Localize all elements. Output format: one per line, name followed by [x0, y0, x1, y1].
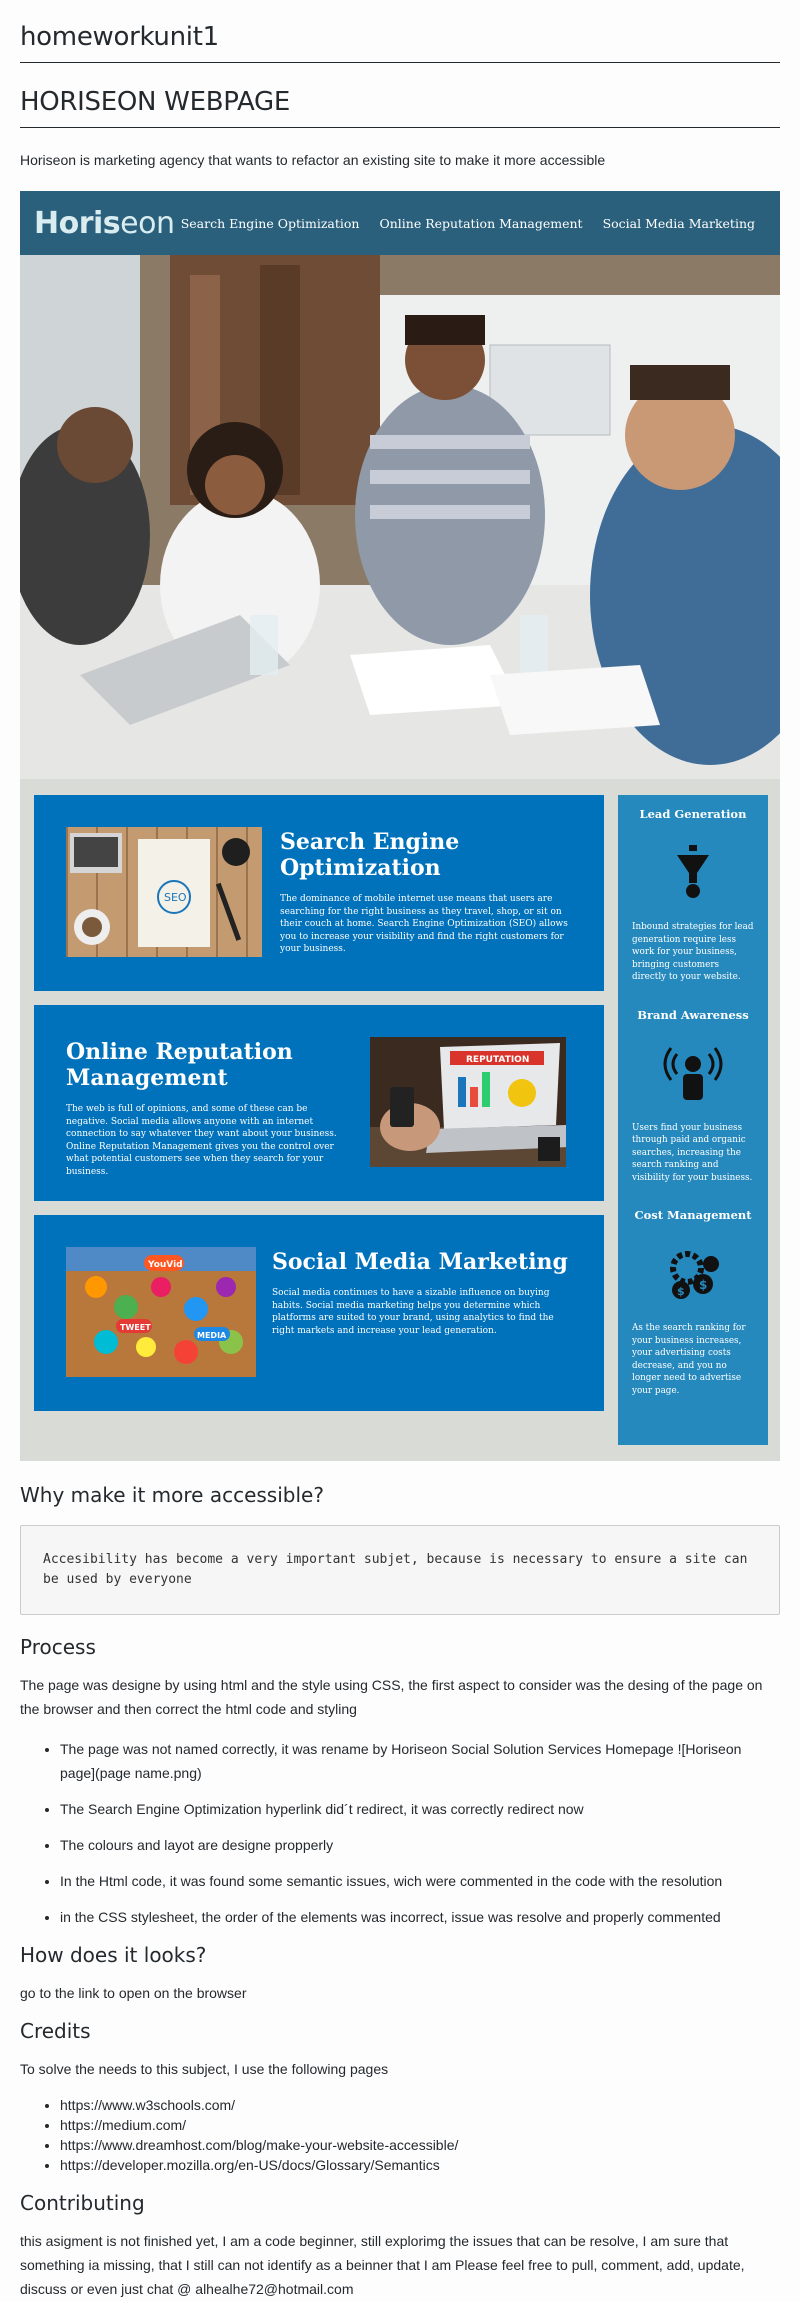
svg-text:$: $ [677, 1285, 685, 1298]
svg-text:REPUTATION: REPUTATION [466, 1055, 529, 1065]
benefits-sidebar: Lead Generation Inbound strategies for l… [618, 795, 768, 1445]
process-list: The page was not named correctly, it was… [20, 1737, 780, 1929]
nav-link-seo[interactable]: Search Engine Optimization [181, 216, 360, 231]
looks-text: go to the link to open on the browser [20, 1985, 247, 2001]
mock-header: Horiseon Search Engine Optimization Onli… [20, 191, 780, 255]
process-heading: Process [20, 1635, 96, 1659]
reputation-image: REPUTATION [370, 1037, 566, 1167]
project-heading: HORISEON WEBPAGE [20, 63, 780, 128]
contributing-text: this asigment is not finished yet, I am … [20, 2233, 745, 2297]
list-item: The Search Engine Optimization hyperlink… [60, 1797, 780, 1821]
credit-link[interactable]: https://www.w3schools.com/ [60, 2095, 780, 2115]
services-column: SEO Search Engine Optimization The domin… [34, 795, 604, 1425]
svg-text:SEO: SEO [164, 891, 187, 904]
credit-link[interactable]: https://medium.com/ [60, 2115, 780, 2135]
nav-link-social[interactable]: Social Media Marketing [603, 216, 755, 231]
card-social-text: Social media continues to have a sizable… [272, 1288, 554, 1336]
mock-nav: Search Engine Optimization Online Reputa… [181, 216, 755, 231]
social-image: YouVid TWEET MEDIA [66, 1247, 262, 1377]
svg-text:YouVid: YouVid [147, 1260, 183, 1270]
card-reputation-title: Online Reputation Management [66, 1039, 293, 1091]
svg-text:MEDIA: MEDIA [197, 1331, 227, 1340]
benefit-brand-text: Users find your business through paid an… [632, 1122, 753, 1183]
svg-text:$: $ [699, 1278, 707, 1292]
benefit-brand: Brand Awareness Users find your business… [618, 984, 768, 1185]
seo-image: SEO [66, 827, 262, 957]
hero-image [20, 255, 780, 779]
code-block: Accesibility has become a very important… [20, 1525, 780, 1615]
card-seo-title: Search Engine Optimization [280, 829, 460, 881]
process-text: The page was designe by using html and t… [20, 1677, 763, 1717]
benefit-lead-title: Lead Generation [639, 807, 747, 821]
contributing-heading: Contributing [20, 2191, 145, 2215]
benefit-cost: Cost Management $ $ As the search ranking… [618, 1184, 768, 1397]
credit-link[interactable]: https://developer.mozilla.org/en-US/docs… [60, 2155, 780, 2175]
card-seo: SEO Search Engine Optimization The domin… [34, 795, 604, 991]
card-reputation-text: The web is full of opinions, and some of… [66, 1104, 337, 1177]
benefit-cost-text: As the search ranking for your business … [632, 1323, 746, 1396]
benefit-cost-title: Cost Management [634, 1208, 752, 1222]
cost-management-icon: $ $ [663, 1244, 723, 1304]
card-social-title: Social Media Marketing [272, 1249, 568, 1275]
lead-generation-icon [663, 843, 723, 903]
benefit-lead: Lead Generation Inbound strategies for l… [618, 795, 768, 984]
meeting-photo [20, 255, 780, 779]
nav-link-reputation[interactable]: Online Reputation Management [379, 216, 582, 231]
horiseon-logo: Horiseon [34, 205, 175, 241]
credit-link[interactable]: https://www.dreamhost.com/blog/make-your… [60, 2135, 780, 2155]
svg-text:TWEET: TWEET [120, 1323, 151, 1332]
card-social: YouVid TWEET MEDIA Social Media Marketin… [34, 1215, 604, 1411]
why-heading: Why make it more accessible? [20, 1483, 324, 1507]
credits-text: To solve the needs to this subject, I us… [20, 2061, 389, 2077]
list-item: in the CSS stylesheet, the order of the … [60, 1905, 780, 1929]
page-title: homeworkunit1 [20, 0, 780, 63]
intro-text: Horiseon is marketing agency that wants … [20, 152, 606, 168]
looks-heading: How does it looks? [20, 1943, 207, 1967]
card-reputation: Online Reputation Management The web is … [34, 1005, 604, 1201]
benefit-lead-text: Inbound strategies for lead generation r… [632, 922, 754, 982]
readme-page: homeworkunit1 HORISEON WEBPAGE Horiseon … [0, 0, 800, 2301]
brand-awareness-icon [663, 1044, 723, 1104]
list-item: The page was not named correctly, it was… [60, 1737, 780, 1785]
card-seo-text: The dominance of mobile internet use mea… [280, 894, 568, 954]
credits-heading: Credits [20, 2019, 91, 2043]
list-item: In the Html code, it was found some sema… [60, 1869, 780, 1893]
list-item: The colours and layot are designe proppe… [60, 1833, 780, 1857]
benefit-brand-title: Brand Awareness [637, 1007, 749, 1022]
credits-list: https://www.w3schools.com/ https://mediu… [20, 2095, 780, 2175]
website-screenshot: Horiseon Search Engine Optimization Onli… [20, 191, 780, 1461]
